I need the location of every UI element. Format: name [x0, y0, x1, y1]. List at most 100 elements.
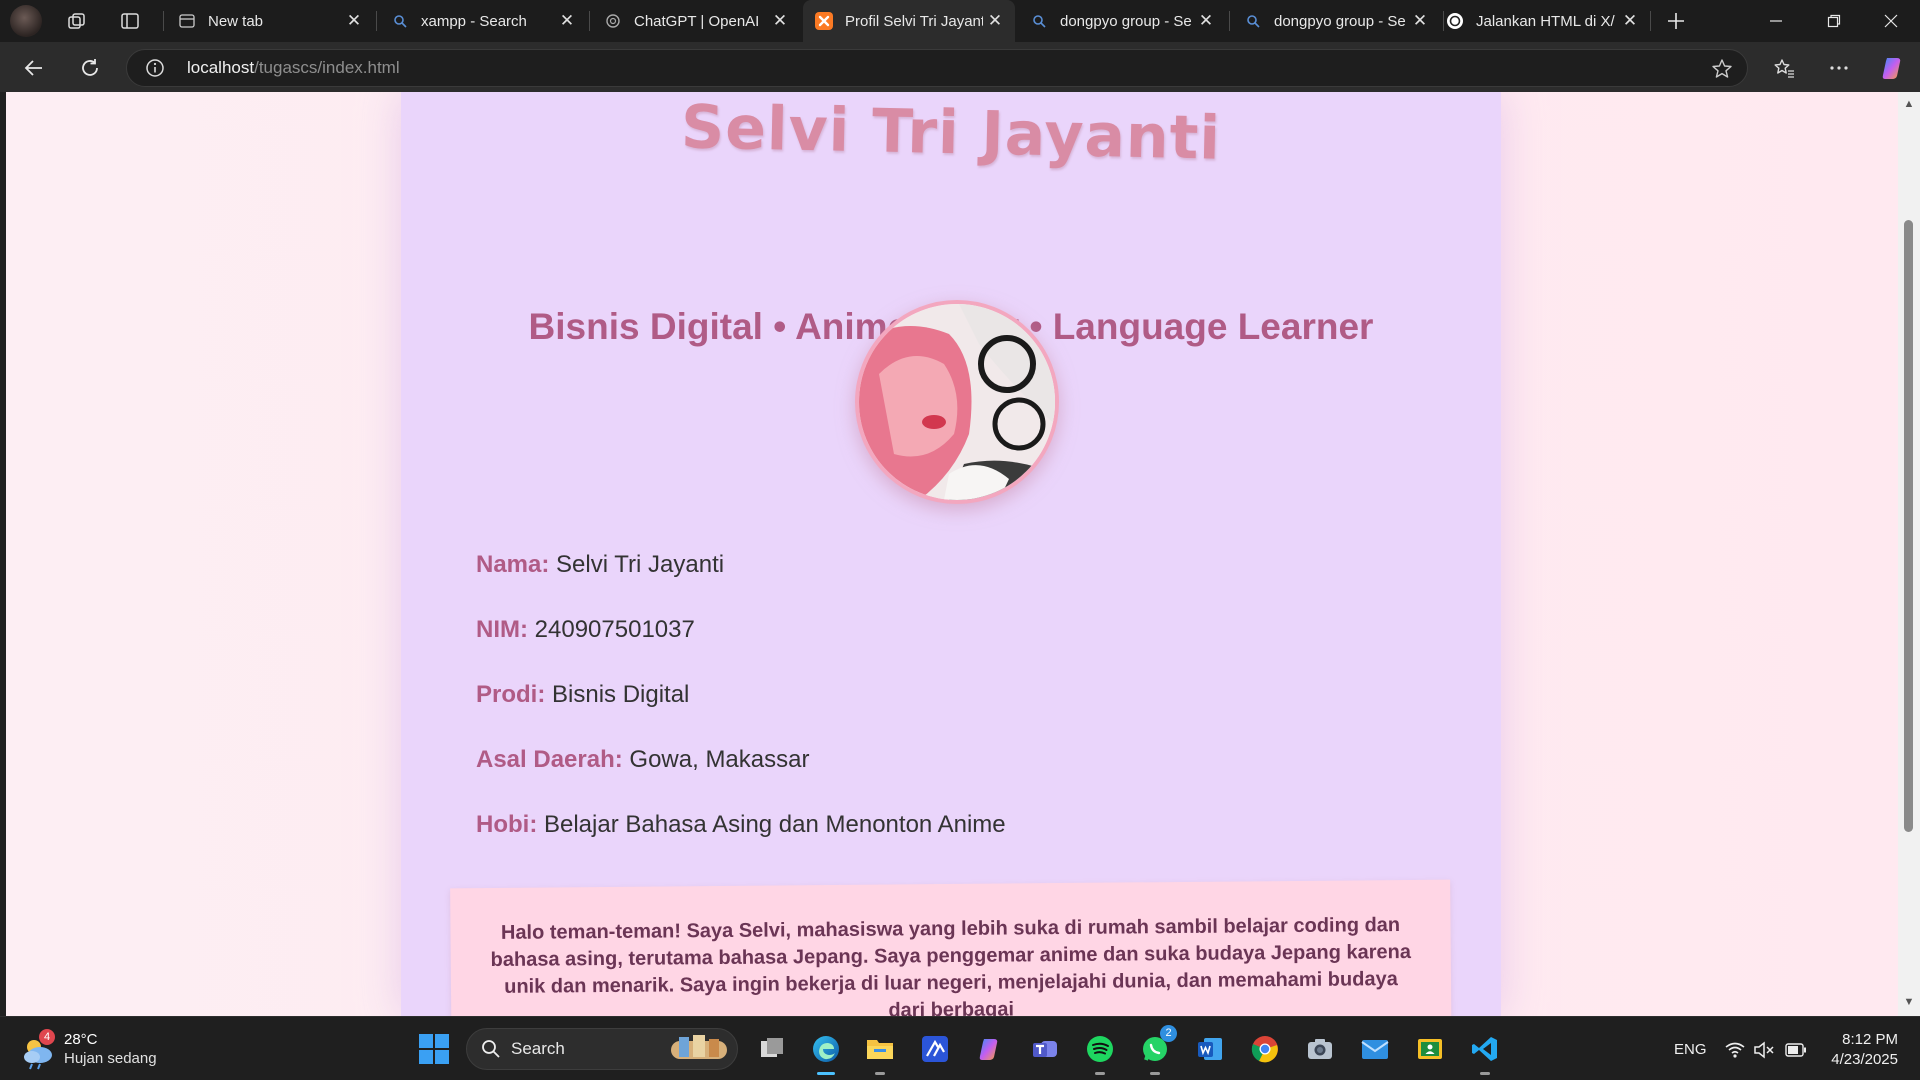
weather-desc: Hujan sedang: [64, 1050, 157, 1067]
xampp-icon: [815, 12, 833, 30]
restore-icon[interactable]: [1805, 0, 1863, 42]
page-title: Selvi Tri Jayanti: [680, 92, 1222, 174]
url-path: /tugascs/index.html: [254, 58, 400, 77]
browser-tab-strip: New tab ✕ xampp - Search ✕ ChatGPT | Ope…: [0, 0, 1920, 42]
info-value: Belajar Bahasa Asing dan Menonton Anime: [543, 811, 1006, 838]
profile-photo: [855, 300, 1059, 504]
tab-title: New tab: [208, 12, 264, 30]
info-value: Selvi Tri Jayanti: [556, 551, 725, 578]
info-row-hobi: Hobi: Belajar Bahasa Asing dan Menonton …: [476, 811, 1006, 876]
close-tab-icon[interactable]: ✕: [983, 9, 1007, 33]
chrome-icon[interactable]: [1245, 1029, 1285, 1069]
task-view-icon[interactable]: [752, 1029, 792, 1069]
word-icon[interactable]: [1190, 1029, 1230, 1069]
teams-icon[interactable]: [1025, 1029, 1065, 1069]
info-label: Nama:: [476, 551, 550, 578]
vscode-icon[interactable]: [1465, 1029, 1505, 1075]
workspaces-icon[interactable]: [63, 8, 91, 34]
close-tab-icon[interactable]: ✕: [768, 9, 792, 33]
scroll-down-arrow-icon[interactable]: ▼: [1903, 996, 1915, 1008]
close-tab-icon[interactable]: ✕: [555, 9, 579, 33]
tab-title: dongpyo group - Se: [1274, 12, 1406, 30]
minimize-icon[interactable]: [1747, 0, 1805, 42]
info-row-prodi: Prodi: Bisnis Digital: [476, 681, 1006, 746]
url-text: localhost/tugascs/index.html: [187, 50, 400, 86]
camera-icon[interactable]: [1300, 1029, 1340, 1069]
search-icon: [1244, 12, 1262, 30]
file-explorer-icon[interactable]: [860, 1029, 900, 1075]
edge-browser-icon[interactable]: [806, 1029, 846, 1075]
about-section: Halo teman-teman! Saya Selvi, mahasiswa …: [450, 879, 1452, 1016]
clock-date: 4/23/2025: [1831, 1051, 1898, 1068]
close-tab-icon[interactable]: ✕: [1618, 9, 1642, 33]
tab-title: Jalankan HTML di X/: [1476, 12, 1615, 30]
copilot-icon[interactable]: [1876, 51, 1910, 85]
taskbar-search[interactable]: Search: [466, 1028, 738, 1070]
clock-time: 8:12 PM: [1842, 1031, 1898, 1048]
weather-badge: 4: [39, 1029, 55, 1045]
new-tab-plus-icon[interactable]: [1662, 8, 1690, 34]
favorite-star-icon[interactable]: [1711, 58, 1733, 85]
vertical-tabs-icon[interactable]: [116, 8, 144, 34]
mail-icon[interactable]: [1355, 1029, 1395, 1069]
scroll-up-arrow-icon[interactable]: ▲: [1903, 98, 1915, 110]
address-bar[interactable]: localhost/tugascs/index.html: [126, 49, 1748, 87]
close-tab-icon[interactable]: ✕: [342, 9, 366, 33]
battery-icon[interactable]: [1785, 1043, 1807, 1057]
tab-dongpyo-1[interactable]: dongpyo group - Se ✕: [1018, 0, 1226, 42]
newtab-icon: [178, 12, 196, 30]
search-highlight-icon: [671, 1035, 727, 1059]
close-window-icon[interactable]: [1862, 0, 1920, 42]
tab-new-tab[interactable]: New tab ✕: [166, 0, 374, 42]
info-label: NIM:: [476, 616, 528, 643]
running-indicator: [1150, 1072, 1160, 1075]
info-value: 240907501037: [534, 616, 695, 643]
profile-info-list: Nama: Selvi Tri Jayanti NIM: 24090750103…: [476, 551, 1006, 876]
close-tab-icon[interactable]: ✕: [1408, 9, 1432, 33]
tab-title: Profil Selvi Tri Jayanti: [845, 12, 983, 30]
system-clock[interactable]: 8:12 PM 4/23/2025: [1831, 1030, 1898, 1070]
close-tab-icon[interactable]: ✕: [1194, 9, 1218, 33]
weather-widget[interactable]: 4 28°C Hujan sedang: [20, 1029, 180, 1071]
page-scrollbar[interactable]: ▲ ▼: [1898, 92, 1920, 1016]
running-indicator: [1095, 1072, 1105, 1075]
tab-profil-selvi[interactable]: Profil Selvi Tri Jayanti ✕: [803, 0, 1015, 42]
back-arrow-icon[interactable]: [17, 51, 51, 85]
tab-dongpyo-2[interactable]: dongpyo group - Se ✕: [1232, 0, 1440, 42]
more-options-icon[interactable]: [1822, 51, 1856, 85]
refresh-icon[interactable]: [73, 51, 107, 85]
chatgpt-icon: [1446, 12, 1464, 30]
site-info-icon[interactable]: [145, 58, 165, 78]
whatsapp-badge: 2: [1160, 1025, 1177, 1042]
tab-title: xampp - Search: [421, 12, 527, 30]
language-indicator[interactable]: ENG: [1674, 1041, 1707, 1058]
info-value: Bisnis Digital: [552, 681, 690, 708]
wifi-icon[interactable]: [1725, 1041, 1745, 1059]
spotify-icon[interactable]: [1080, 1029, 1120, 1075]
volume-muted-icon[interactable]: [1753, 1041, 1775, 1059]
classroom-icon[interactable]: [1410, 1029, 1450, 1069]
tab-title: ChatGPT | OpenAI: [634, 12, 760, 30]
info-row-asal-daerah: Asal Daerah: Gowa, Makassar: [476, 746, 1006, 811]
url-host: localhost: [187, 58, 255, 77]
tab-xampp-search[interactable]: xampp - Search ✕: [379, 0, 587, 42]
profile-avatar[interactable]: [10, 5, 42, 37]
search-icon: [482, 1040, 500, 1058]
openai-icon: [604, 12, 622, 30]
tab-jalankan-html[interactable]: Jalankan HTML di X/ ✕: [1434, 0, 1650, 42]
running-indicator: [875, 1072, 885, 1075]
microsoft-ai-app-icon[interactable]: [915, 1029, 955, 1069]
copilot-app-icon[interactable]: [970, 1029, 1010, 1069]
info-label: Prodi:: [476, 681, 546, 708]
info-value: Gowa, Makassar: [629, 746, 810, 773]
tab-chatgpt[interactable]: ChatGPT | OpenAI ✕: [592, 0, 800, 42]
weather-temp: 28°C: [64, 1031, 98, 1048]
windows-taskbar: 4 28°C Hujan sedang Search 2 ENG 8:12 PM…: [0, 1016, 1920, 1080]
tab-title: dongpyo group - Se: [1060, 12, 1192, 30]
whatsapp-icon[interactable]: 2: [1135, 1025, 1177, 1075]
scrollbar-thumb[interactable]: [1904, 220, 1913, 832]
favorites-icon[interactable]: [1767, 51, 1801, 85]
windows-start-icon[interactable]: [418, 1033, 450, 1065]
search-icon: [1030, 12, 1048, 30]
browser-toolbar: localhost/tugascs/index.html: [0, 42, 1920, 92]
